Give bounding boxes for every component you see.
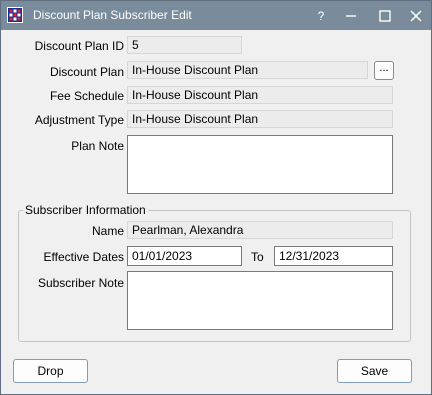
minimize-icon	[346, 14, 356, 17]
discount-plan-label: Discount Plan	[49, 65, 124, 79]
maximize-button[interactable]	[370, 1, 400, 30]
close-button[interactable]	[401, 1, 431, 30]
minimize-button[interactable]	[336, 1, 366, 30]
adjustment-type-label: Adjustment Type	[34, 113, 124, 127]
discount-plan-field[interactable]: In-House Discount Plan	[127, 61, 368, 79]
subscriber-note-label: Subscriber Note	[37, 276, 124, 290]
app-grid-icon	[7, 7, 23, 23]
subscriber-info-title: Subscriber Information	[23, 203, 148, 217]
maximize-icon	[379, 9, 391, 22]
subscriber-name-label: Name	[91, 224, 124, 238]
help-button[interactable]: ?	[306, 1, 336, 30]
plan-note-textarea[interactable]	[127, 135, 393, 194]
subscriber-name-field[interactable]: Pearlman, Alexandra	[127, 221, 393, 239]
save-button[interactable]: Save	[337, 359, 412, 383]
effective-dates-label: Effective Dates	[43, 250, 124, 264]
help-label: ?	[317, 8, 325, 23]
close-icon	[410, 10, 422, 21]
subscriber-note-textarea[interactable]	[127, 271, 393, 330]
window-title: Discount Plan Subscriber Edit	[33, 8, 192, 22]
effective-end-date-input[interactable]: 12/31/2023	[274, 246, 393, 266]
discount-plan-id-label: Discount Plan ID	[34, 39, 124, 53]
effective-start-date-input[interactable]: 01/01/2023	[127, 246, 242, 266]
select-discount-plan-button[interactable]: ...	[374, 61, 394, 80]
fee-schedule-label: Fee Schedule	[49, 89, 124, 103]
dialog-window: Discount Plan Subscriber Edit ? Discount…	[0, 0, 432, 395]
discount-plan-id-field[interactable]: 5	[127, 36, 242, 54]
drop-button[interactable]: Drop	[13, 359, 88, 383]
plan-note-label: Plan Note	[71, 139, 124, 153]
fee-schedule-field[interactable]: In-House Discount Plan	[127, 86, 393, 104]
title-bar[interactable]: Discount Plan Subscriber Edit ?	[1, 1, 431, 30]
to-label: To	[251, 250, 264, 264]
adjustment-type-field[interactable]: In-House Discount Plan	[127, 110, 393, 128]
